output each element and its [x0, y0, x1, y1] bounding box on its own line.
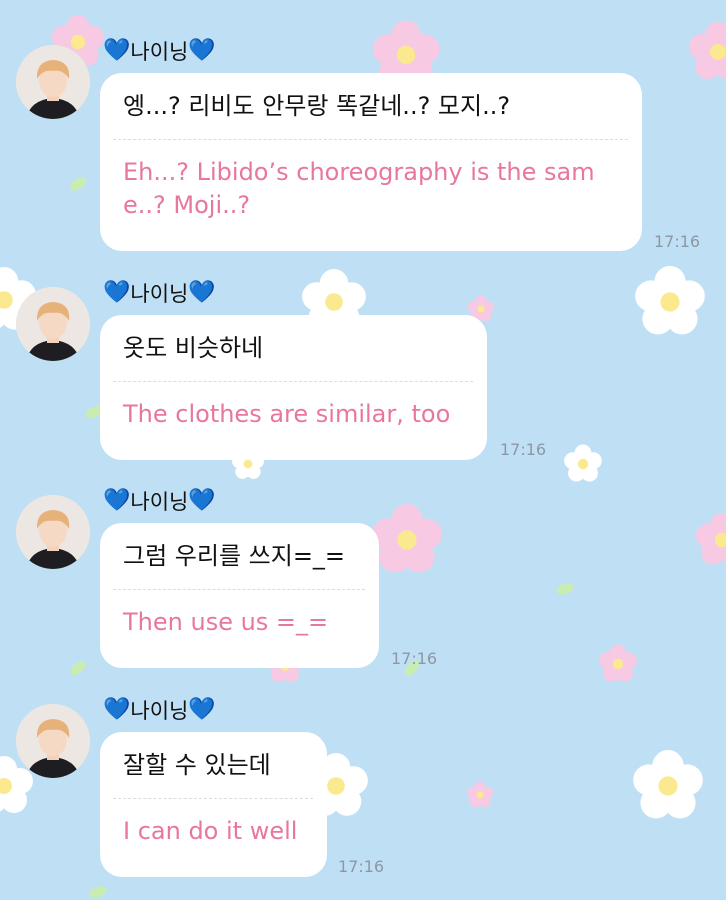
sender-name: 나이닝 — [130, 40, 189, 64]
message-timestamp: 17:16 — [654, 232, 701, 251]
translation-text: Then use us =_= — [123, 608, 329, 636]
sender-name: 나이닝 — [130, 699, 189, 723]
translation-text: I can do it well — [123, 817, 298, 845]
profile-photo-icon — [16, 704, 90, 778]
avatar[interactable] — [16, 287, 90, 361]
blue-heart-icon: 💙 — [188, 488, 216, 513]
sender-name-row: 💙 나이닝 💙 — [103, 695, 216, 725]
translation-text: Eh...? Libido’s choreography is the same… — [123, 158, 595, 219]
original-text: 엥...? 리비도 안무랑 똑같네..? 모지..? — [123, 92, 511, 120]
message-timestamp: 17:16 — [338, 857, 385, 876]
blue-heart-icon: 💙 — [103, 697, 131, 722]
profile-photo-icon — [16, 287, 90, 361]
blue-heart-icon: 💙 — [103, 38, 131, 63]
message-bubble[interactable]: 엥...? 리비도 안무랑 똑같네..? 모지..? Eh...? Libido… — [100, 73, 642, 251]
blue-heart-icon: 💙 — [103, 488, 131, 513]
sender-name-row: 💙 나이닝 💙 — [103, 486, 216, 516]
message-bubble[interactable]: 옷도 비슷하네 The clothes are similar, too — [100, 315, 487, 460]
message-bubble[interactable]: 잘할 수 있는데 I can do it well — [100, 732, 327, 877]
profile-photo-icon — [16, 495, 90, 569]
sender-name-row: 💙 나이닝 💙 — [103, 36, 216, 66]
avatar[interactable] — [16, 45, 90, 119]
avatar[interactable] — [16, 495, 90, 569]
avatar[interactable] — [16, 704, 90, 778]
blue-heart-icon: 💙 — [188, 697, 216, 722]
message-timestamp: 17:16 — [391, 649, 438, 668]
sender-name-row: 💙 나이닝 💙 — [103, 278, 216, 308]
sender-name: 나이닝 — [130, 282, 189, 306]
blue-heart-icon: 💙 — [188, 280, 216, 305]
message-bubble[interactable]: 그럼 우리를 쓰지=_= Then use us =_= — [100, 523, 379, 668]
original-text: 잘할 수 있는데 — [123, 751, 271, 779]
profile-photo-icon — [16, 45, 90, 119]
sender-name: 나이닝 — [130, 490, 189, 514]
translation-text: The clothes are similar, too — [123, 400, 451, 428]
original-text: 옷도 비슷하네 — [123, 334, 264, 362]
blue-heart-icon: 💙 — [188, 38, 216, 63]
blue-heart-icon: 💙 — [103, 280, 131, 305]
original-text: 그럼 우리를 쓰지=_= — [123, 542, 346, 570]
message-timestamp: 17:16 — [500, 440, 547, 459]
